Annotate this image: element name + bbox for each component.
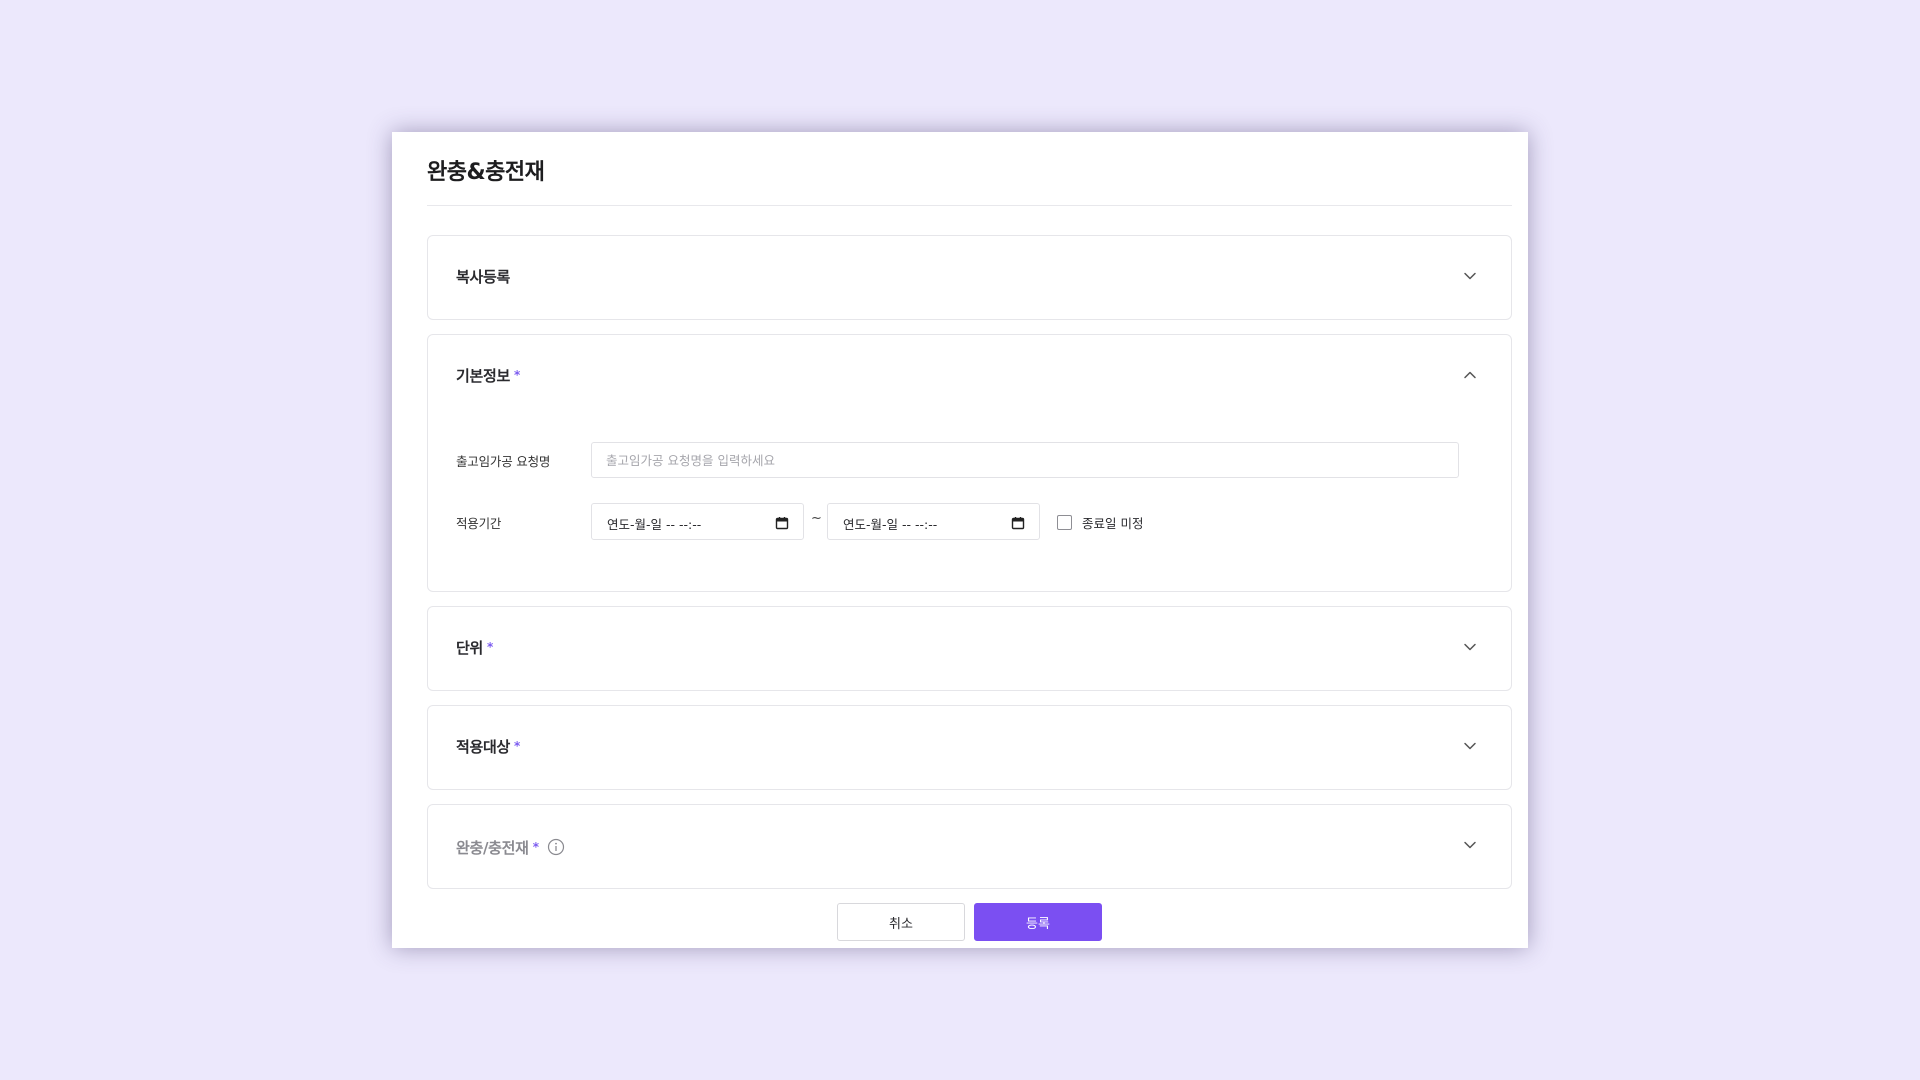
no-end-date-label: 종료일 미정 xyxy=(1082,516,1144,531)
section-material-title: 완충/충전재 xyxy=(456,839,529,857)
calendar-icon[interactable] xyxy=(775,515,789,530)
start-date-input[interactable]: 연도-월-일 -- --:-- xyxy=(591,503,804,540)
dialog: 완충&충전재 복사등록 기본정보* 출고임가공 요청명 적용기간 연도-월-일 … xyxy=(392,132,1528,948)
required-mark: * xyxy=(514,368,520,382)
section-copy: 복사등록 xyxy=(427,235,1512,320)
chevron-down-icon[interactable] xyxy=(1463,269,1477,283)
date-range-separator: ~ xyxy=(811,511,822,526)
section-target-header[interactable]: 적용대상 * xyxy=(428,706,1511,788)
title-divider xyxy=(427,205,1512,206)
chevron-down-icon[interactable] xyxy=(1463,838,1477,852)
end-date-value: 연도-월-일 -- --:-- xyxy=(843,517,938,532)
section-material-label: 완충/충전재 * xyxy=(456,835,565,858)
section-basic-info-header[interactable]: 기본정보 * xyxy=(428,335,1511,417)
section-unit-label: 단위 * xyxy=(456,637,493,658)
dialog-title: 완충&충전재 xyxy=(427,160,545,185)
section-target-title: 적용대상 xyxy=(456,738,511,756)
required-mark: * xyxy=(514,739,520,753)
start-date-value: 연도-월-일 -- --:-- xyxy=(607,517,702,532)
section-unit-header[interactable]: 단위 * xyxy=(428,607,1511,689)
end-date-input[interactable]: 연도-월-일 -- --:-- xyxy=(827,503,1040,540)
no-end-date-option[interactable]: 종료일 미정 xyxy=(1057,513,1143,532)
section-material-header[interactable]: 완충/충전재 * xyxy=(428,805,1511,887)
calendar-icon[interactable] xyxy=(1011,515,1025,530)
section-target-label: 적용대상 * xyxy=(456,736,520,757)
info-icon[interactable] xyxy=(547,838,565,856)
section-basic-info: 기본정보* 출고임가공 요청명 적용기간 연도-월-일 -- --:-- ~ 연 xyxy=(427,334,1512,592)
submit-button[interactable]: 등록 xyxy=(974,903,1102,941)
section-target: 적용대상 * xyxy=(427,705,1512,790)
request-name-label: 출고임가공 요청명 xyxy=(456,454,551,469)
section-material: 완충/충전재 * xyxy=(427,804,1512,889)
required-mark: * xyxy=(532,840,539,854)
section-copy-label: 복사등록 xyxy=(456,268,511,286)
section-unit: 단위 * xyxy=(427,606,1512,691)
section-unit-title: 단위 xyxy=(456,639,484,657)
required-mark: * xyxy=(487,640,493,654)
request-name-input[interactable] xyxy=(591,442,1459,478)
cancel-button[interactable]: 취소 xyxy=(837,903,965,941)
chevron-down-icon[interactable] xyxy=(1463,640,1477,654)
chevron-down-icon[interactable] xyxy=(1463,739,1477,753)
section-basic-info-label: 기본정보 * xyxy=(456,365,520,386)
section-basic-info-title: 기본정보 xyxy=(456,367,511,385)
chevron-up-icon[interactable] xyxy=(1463,368,1477,382)
section-copy-header[interactable]: 복사등록 xyxy=(428,236,1511,318)
period-label: 적용기간 xyxy=(456,516,502,531)
no-end-date-checkbox[interactable] xyxy=(1057,515,1072,530)
